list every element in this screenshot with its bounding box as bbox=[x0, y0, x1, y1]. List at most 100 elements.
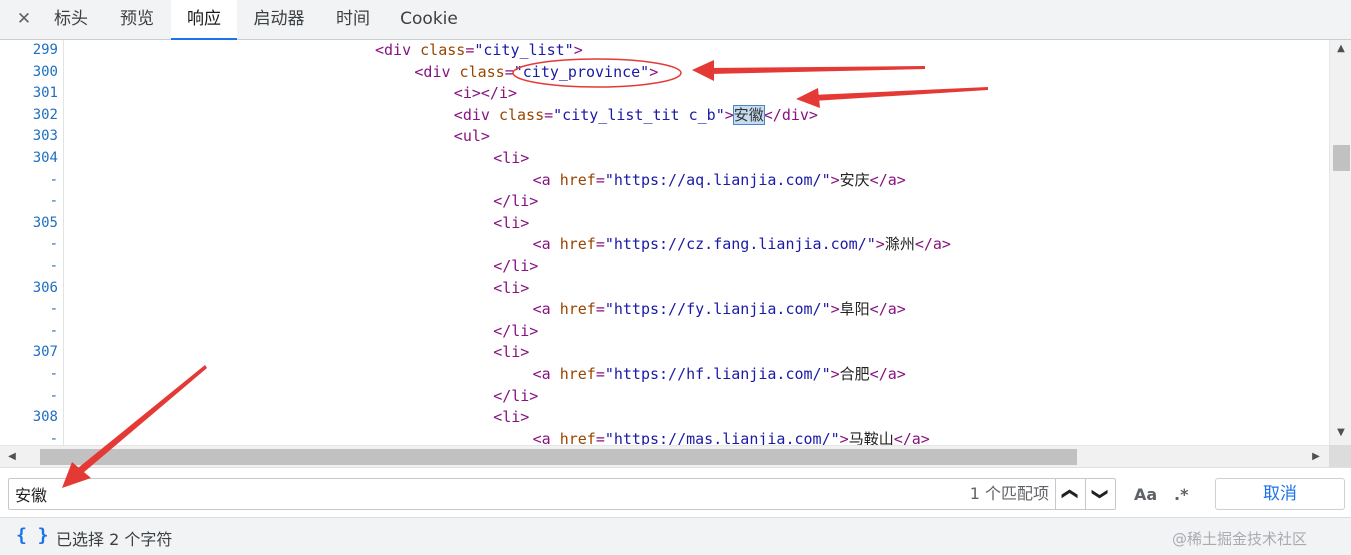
tab-cookies[interactable]: Cookie bbox=[392, 0, 466, 39]
scroll-right-icon[interactable]: ▶ bbox=[1306, 446, 1326, 468]
line-number: - bbox=[49, 387, 58, 404]
code-text: <div class="city_list"> bbox=[375, 40, 583, 62]
scroll-down-icon[interactable]: ▼ bbox=[1330, 424, 1351, 442]
response-tabbar: ✕ 标头 预览 响应 启动器 时间 Cookie bbox=[0, 0, 1351, 40]
vertical-scroll-thumb[interactable] bbox=[1333, 145, 1350, 171]
code-token: = bbox=[595, 235, 605, 254]
code-token: <div bbox=[375, 41, 421, 59]
code-token: "https://mas.lianjia.com/" bbox=[604, 429, 840, 445]
code-text: <div class="city_list_tit c_b">安徽</div> bbox=[454, 104, 818, 127]
code-token: = bbox=[595, 429, 605, 445]
scroll-up-icon[interactable]: ▲ bbox=[1330, 40, 1351, 58]
search-input[interactable] bbox=[15, 479, 815, 509]
code-text: </li> bbox=[493, 321, 538, 343]
horizontal-scroll-thumb[interactable] bbox=[40, 449, 1077, 465]
code-text: <div class="city_province"> bbox=[414, 62, 658, 84]
regex-toggle[interactable]: .* bbox=[1174, 482, 1188, 508]
line-number: - bbox=[49, 193, 58, 210]
vertical-scrollbar[interactable]: ▲ ▼ bbox=[1329, 40, 1351, 445]
code-text: <li> bbox=[493, 213, 529, 235]
scroll-left-icon[interactable]: ◀ bbox=[2, 446, 22, 468]
code-token: <li> bbox=[493, 278, 530, 297]
watermark: @稀土掘金技术社区 bbox=[1172, 530, 1308, 548]
code-text: <a href="https://fy.lianjia.com/">阜阳</a> bbox=[533, 299, 906, 321]
line-number: 303 bbox=[32, 128, 58, 145]
code-token: class bbox=[459, 62, 505, 81]
line-number: 300 bbox=[32, 63, 58, 80]
code-line: 306 <li> bbox=[0, 278, 1329, 300]
code-line: - </li> bbox=[0, 191, 1329, 213]
code-token: "https://aq.lianjia.com/" bbox=[604, 170, 831, 189]
code-line: - <a href="https://hf.lianjia.com/">合肥</a… bbox=[0, 364, 1329, 386]
tab-timing[interactable]: 时间 bbox=[324, 0, 382, 39]
code-token: = bbox=[544, 105, 554, 124]
code-token: <ul> bbox=[453, 127, 490, 146]
line-number: - bbox=[49, 322, 58, 339]
code-line: 308 <li> bbox=[0, 407, 1329, 429]
code-text: <a href="https://cz.fang.lianjia.com/">滁… bbox=[533, 234, 951, 256]
code-token: </li> bbox=[493, 257, 539, 275]
code-text: <li> bbox=[493, 148, 529, 170]
chevron-down-icon: ❯ bbox=[1091, 487, 1111, 501]
line-number: - bbox=[49, 258, 58, 274]
code-text: <li> bbox=[493, 342, 529, 364]
code-token: </a> bbox=[914, 235, 951, 254]
tab-initiator[interactable]: 启动器 bbox=[242, 0, 316, 39]
next-match-button[interactable]: ❯ bbox=[1085, 479, 1115, 509]
code-token: </li> bbox=[493, 321, 539, 340]
code-token: = bbox=[595, 170, 605, 189]
code-token: = bbox=[465, 41, 475, 59]
code-token: </a> bbox=[869, 300, 906, 319]
line-number: 304 bbox=[32, 150, 58, 166]
code-token: <li> bbox=[493, 213, 530, 232]
line-number: 301 bbox=[32, 85, 58, 102]
code-text: <a href="https://aq.lianjia.com/">安庆</a> bbox=[533, 170, 906, 192]
horizontal-scrollbar[interactable]: ◀ ▶ bbox=[0, 445, 1329, 467]
status-bar: { } 已选择 2 个字符 @稀土掘金技术社区 bbox=[0, 517, 1351, 555]
tab-headers[interactable]: 标头 bbox=[42, 0, 100, 39]
pretty-print-icon[interactable]: { } bbox=[16, 525, 49, 546]
match-count: 1 个匹配项 bbox=[969, 484, 1049, 503]
code-token: class bbox=[498, 105, 545, 124]
line-number: - bbox=[49, 366, 58, 382]
search-highlight: 安徽 bbox=[732, 104, 765, 125]
code-token: = bbox=[504, 62, 514, 81]
code-line: 305 <li> bbox=[0, 213, 1329, 235]
match-case-toggle[interactable]: Aa bbox=[1134, 482, 1157, 508]
code-token: > bbox=[573, 41, 583, 59]
code-text: <ul> bbox=[454, 126, 490, 148]
selection-status: 已选择 2 个字符 bbox=[56, 530, 173, 549]
line-number: - bbox=[49, 236, 58, 253]
code-token: class bbox=[420, 41, 466, 59]
code-token: <a bbox=[532, 429, 560, 445]
code-token: > bbox=[839, 429, 849, 445]
code-token: </a> bbox=[869, 170, 906, 189]
code-token: href bbox=[559, 170, 596, 189]
code-text: </li> bbox=[493, 191, 538, 213]
code-line: 304 <li> bbox=[0, 148, 1329, 170]
response-code-viewer[interactable]: 299 <div class="city_list"> 300 <div class=… bbox=[0, 40, 1329, 445]
code-token: > bbox=[649, 62, 659, 81]
code-token: <li> bbox=[493, 343, 530, 362]
line-number: 299 bbox=[32, 42, 58, 58]
line-number: 307 bbox=[32, 344, 58, 361]
code-token: "https://hf.lianjia.com/" bbox=[604, 365, 831, 383]
line-number: - bbox=[49, 430, 58, 445]
line-number: 305 bbox=[32, 214, 58, 231]
code-line: 300 <div class="city_province"> bbox=[0, 62, 1329, 84]
code-token: "city_province" bbox=[513, 62, 650, 81]
line-number: - bbox=[49, 171, 58, 188]
search-bar: 1 个匹配项 ❮ ❯ Aa .* 取消 bbox=[0, 467, 1351, 517]
close-icon[interactable]: ✕ bbox=[12, 6, 36, 32]
code-token: href bbox=[559, 365, 596, 383]
previous-match-button[interactable]: ❮ bbox=[1055, 479, 1085, 509]
cancel-button[interactable]: 取消 bbox=[1215, 478, 1345, 510]
code-token: > bbox=[830, 365, 840, 383]
code-line: 299 <div class="city_list"> bbox=[0, 40, 1329, 62]
code-token: href bbox=[559, 235, 596, 254]
code-text: <li> bbox=[493, 407, 529, 429]
tab-preview[interactable]: 预览 bbox=[108, 0, 166, 39]
code-line: - <a href="https://mas.lianjia.com/">马鞍山<… bbox=[0, 429, 1329, 445]
code-token: 合肥 bbox=[839, 365, 870, 383]
tab-response[interactable]: 响应 bbox=[171, 0, 237, 40]
